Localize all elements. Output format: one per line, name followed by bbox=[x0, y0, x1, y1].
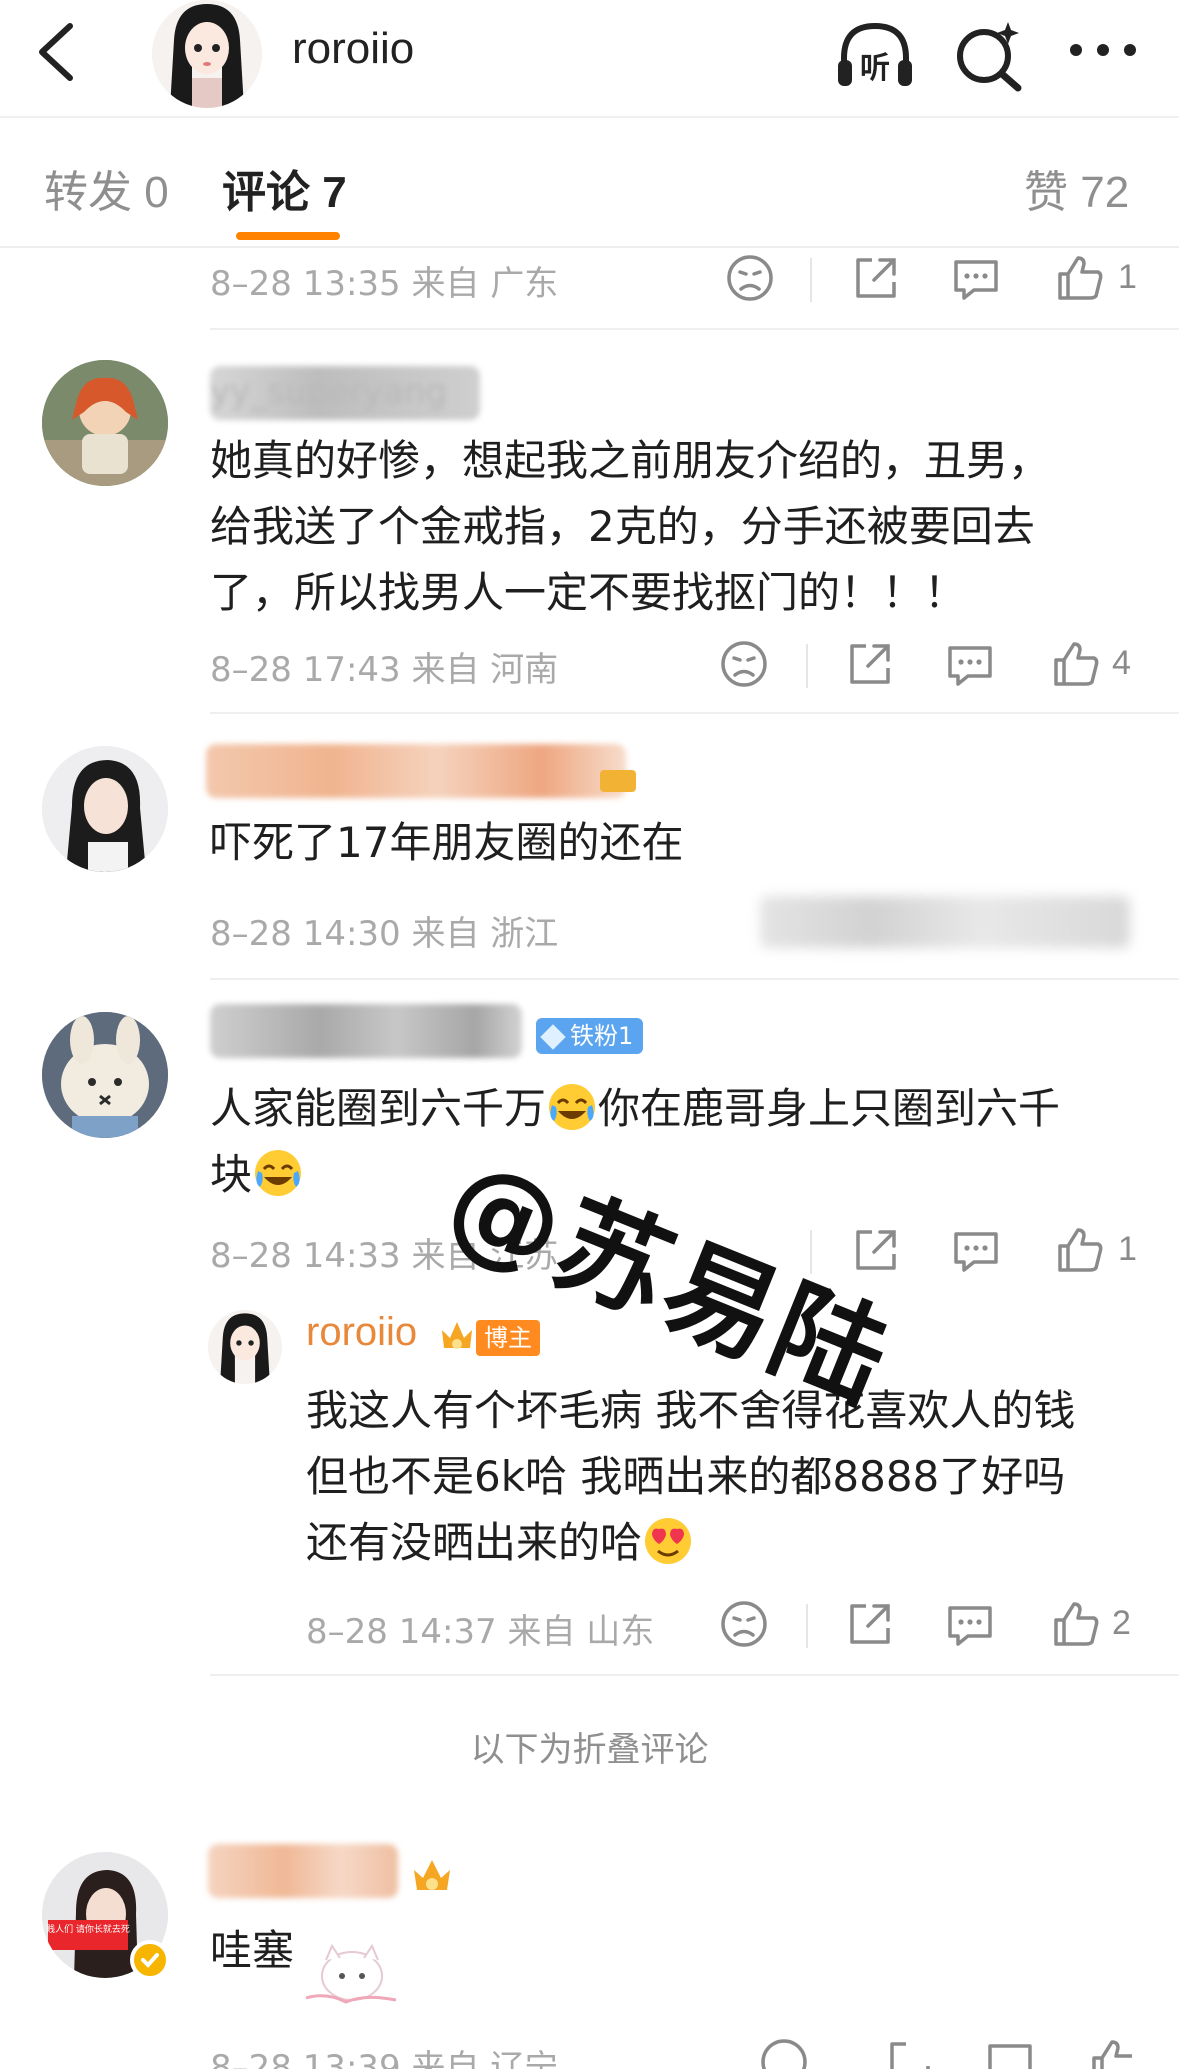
tab-comments[interactable]: 评论 7 bbox=[222, 156, 347, 220]
back-arrow-icon[interactable] bbox=[28, 20, 88, 84]
actions-redacted bbox=[760, 896, 1130, 948]
laugh-cry-emoji-icon bbox=[549, 1084, 596, 1130]
like-count: 4 bbox=[1112, 644, 1131, 682]
blogger-badge: 博主 bbox=[476, 1320, 540, 1356]
dislike-face-icon[interactable] bbox=[718, 1598, 770, 1650]
dislike-face-icon[interactable] bbox=[758, 2036, 810, 2069]
dislike-face-icon[interactable] bbox=[718, 638, 770, 690]
like-count: 1 bbox=[1118, 258, 1137, 296]
action-separator bbox=[810, 258, 812, 302]
username-blurred[interactable] bbox=[206, 744, 626, 798]
username-blurred[interactable]: yy_superyang bbox=[210, 366, 480, 420]
tab-repost[interactable]: 转发 0 bbox=[44, 156, 169, 220]
crown-badge-icon bbox=[414, 1860, 450, 1890]
comment-meta: 8–28 13:35 来自 广东 bbox=[210, 264, 559, 304]
listen-headphones-icon[interactable]: 听 bbox=[832, 18, 918, 92]
listen-label: 听 bbox=[860, 51, 890, 86]
comment-text-line: 她真的好惨，想起我之前朋友介绍的，丑男， bbox=[210, 436, 1051, 485]
reply-text-segment: 还有没晒出来的哈 bbox=[306, 1518, 643, 1567]
girl-avatar-icon bbox=[152, 0, 262, 108]
commenter-avatar[interactable] bbox=[42, 1012, 168, 1138]
girl-photo-avatar-icon bbox=[42, 746, 168, 872]
comment-text: 吓死了17年朋友圈的还在 bbox=[210, 818, 684, 867]
heart-eyes-emoji-icon bbox=[645, 1518, 692, 1564]
comment-text-line: 块 bbox=[210, 1142, 304, 1208]
action-separator bbox=[806, 1604, 808, 1648]
reply-meta: 8–28 14:37 来自 山东 bbox=[306, 1612, 655, 1652]
comment-divider bbox=[210, 328, 1179, 330]
share-icon[interactable] bbox=[850, 252, 902, 304]
comment-text-segment: 你在鹿哥身上只圈到六千 bbox=[598, 1084, 1061, 1133]
comment-meta: 8–28 14:30 来自 浙江 bbox=[210, 914, 559, 954]
crown-badge-icon bbox=[442, 1322, 472, 1349]
reply-username[interactable]: roroiio bbox=[306, 1310, 417, 1355]
thumbs-up-icon[interactable] bbox=[1088, 2036, 1140, 2069]
comment-bubble-icon[interactable] bbox=[944, 1598, 996, 1650]
reply-author-avatar[interactable] bbox=[208, 1310, 282, 1384]
top-nav-bar: roroiio 听 bbox=[0, 0, 1179, 116]
comment-divider bbox=[210, 712, 1179, 714]
like-count: 1 bbox=[1118, 1230, 1137, 1268]
active-tab-indicator bbox=[236, 232, 340, 240]
share-icon[interactable] bbox=[884, 2036, 936, 2069]
cat-sticker-icon bbox=[305, 1943, 397, 2004]
comment-text-line: 人家能圈到六千万 你在鹿哥身上只圈到六千 bbox=[210, 1076, 1060, 1142]
username-blurred[interactable] bbox=[208, 1844, 398, 1898]
username: yy_superyang bbox=[210, 372, 448, 412]
page-title: roroiio bbox=[292, 24, 415, 73]
avatar-sign-text: 贱人们 请你长就去死 bbox=[46, 1923, 130, 1935]
share-icon[interactable] bbox=[844, 1598, 896, 1650]
comment-divider bbox=[210, 978, 1179, 980]
commenter-avatar[interactable] bbox=[42, 360, 168, 486]
girl-avatar-icon bbox=[208, 1310, 282, 1384]
comment-meta: 8–28 13:39 来自 辽宁 bbox=[210, 2048, 559, 2069]
comment-text-line: 了，所以找男人一定不要找抠门的！！！ bbox=[210, 568, 967, 617]
verified-badge-icon bbox=[130, 1940, 170, 1980]
folded-comments-label[interactable]: 以下为折叠评论 bbox=[0, 1722, 1179, 1771]
bunny-plush-avatar-icon bbox=[42, 1012, 168, 1138]
thumbs-up-icon[interactable] bbox=[1050, 638, 1102, 690]
crown-badge-icon bbox=[600, 770, 636, 792]
thumbs-up-icon[interactable] bbox=[1050, 1598, 1102, 1650]
fan-badge-label: 铁粉1 bbox=[570, 1022, 634, 1050]
comment-divider bbox=[210, 1674, 1179, 1676]
comment-text: 哇塞 bbox=[210, 1926, 295, 1975]
share-icon[interactable] bbox=[844, 638, 896, 690]
author-avatar[interactable] bbox=[152, 0, 262, 108]
search-icon[interactable] bbox=[946, 18, 1032, 92]
comment-text-segment: 块 bbox=[210, 1150, 253, 1199]
tab-bar: 转发 0 评论 7 赞 72 bbox=[0, 116, 1179, 248]
comment-meta: 8–28 17:43 来自 河南 bbox=[210, 650, 559, 690]
comment-bubble-icon[interactable] bbox=[944, 638, 996, 690]
reply-text-line: 还有没晒出来的哈 bbox=[306, 1510, 694, 1576]
comment-bubble-icon[interactable] bbox=[950, 252, 1002, 304]
fan-level-badge: 铁粉1 bbox=[536, 1018, 644, 1054]
diamond-icon bbox=[540, 1024, 566, 1050]
reply-text-line: 我这人有个坏毛病 我不舍得花喜欢人的钱 bbox=[306, 1386, 1076, 1435]
cartoon-girl-avatar-icon bbox=[42, 360, 168, 486]
reply-text-line: 但也不是6k哈 我晒出来的都8888了好吗 bbox=[306, 1452, 1066, 1501]
commenter-avatar[interactable] bbox=[42, 746, 168, 872]
like-count: 2 bbox=[1112, 1604, 1131, 1642]
comment-text-line: 给我送了个金戒指，2克的，分手还被要回去 bbox=[210, 502, 1035, 551]
laugh-cry-emoji-icon bbox=[255, 1150, 302, 1196]
more-options-icon[interactable] bbox=[1060, 18, 1146, 92]
action-separator bbox=[806, 644, 808, 688]
dislike-face-icon[interactable] bbox=[724, 252, 776, 304]
tab-likes[interactable]: 赞 72 bbox=[1024, 156, 1129, 220]
thumbs-up-icon[interactable] bbox=[1054, 1224, 1106, 1276]
comment-bubble-icon[interactable] bbox=[984, 2036, 1036, 2069]
comment-bubble-icon[interactable] bbox=[950, 1224, 1002, 1276]
thumbs-up-icon[interactable] bbox=[1054, 252, 1106, 304]
username-blurred[interactable] bbox=[210, 1004, 522, 1058]
